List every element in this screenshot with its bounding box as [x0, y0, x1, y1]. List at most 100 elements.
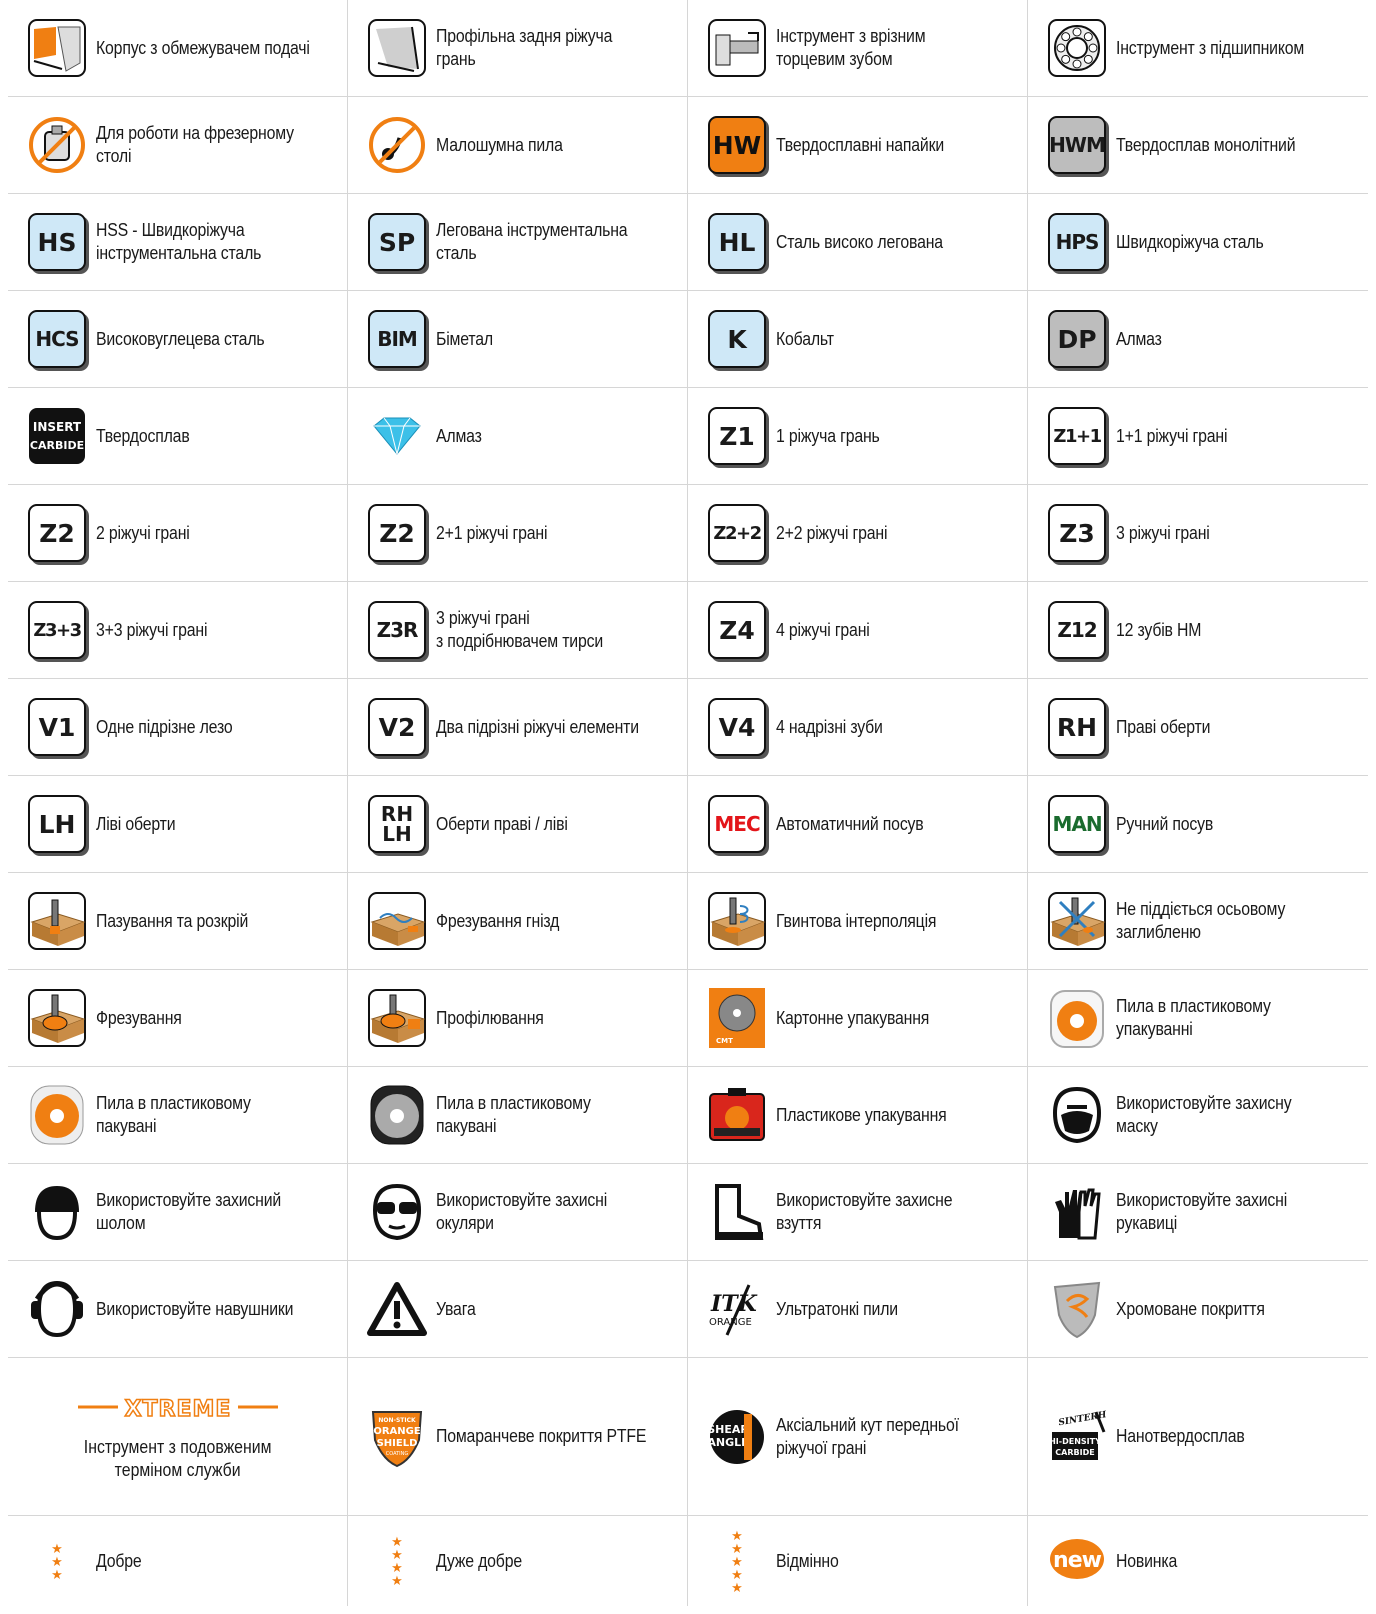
legend-item: LH Ліві оберти — [8, 776, 348, 873]
profiling-icon — [366, 986, 428, 1050]
legend-item: Корпус з обмежувачем подачі — [8, 0, 348, 97]
svg-text:ANGLE: ANGLE — [708, 1436, 749, 1449]
legend-item: SHEAR ANGLE Аксіальний кут передньої ріжуч… — [688, 1358, 1028, 1516]
badge-icon: HS — [28, 213, 86, 271]
legend-label: 2+2 ріжучі грані — [776, 522, 888, 543]
legend-label: Малошумна пила — [436, 134, 563, 155]
new-badge-icon: new — [1048, 1537, 1106, 1586]
legend-label: Пластикове упакування — [776, 1104, 947, 1125]
slotting-icon — [26, 889, 88, 953]
legend-label: Інструмент з підшипником — [1116, 37, 1305, 58]
legend-label: Профілювання — [436, 1007, 544, 1028]
legend-item: Не піддіється осьовому заглибленю — [1028, 873, 1368, 970]
svg-text:HI-DENSITY: HI-DENSITY — [1049, 1437, 1101, 1446]
low-noise-saw-icon — [366, 113, 428, 177]
legend-item: MEC Автоматичний посув — [688, 776, 1028, 873]
back-profile-edge-icon — [366, 16, 428, 80]
legend-item: HPS Швидкоріжуча сталь — [1028, 194, 1368, 291]
legend-label: Легована інструментальна сталь — [436, 220, 628, 263]
legend-label: Гвинтова інтерполяція — [776, 910, 937, 931]
badge-icon: DP — [1046, 307, 1108, 371]
legend-item: MAN Ручний посув — [1028, 776, 1368, 873]
goggles-icon — [366, 1180, 428, 1244]
rating-stars-icon: ★ ★ ★ ★ — [391, 1534, 403, 1588]
legend-item: Z2 2 ріжучі грані — [8, 485, 348, 582]
badge-icon: Z1 — [708, 407, 766, 465]
legend-label: Нанотвердосплав — [1116, 1426, 1245, 1446]
badge-icon: Z3+3 — [26, 598, 88, 662]
legend-item: Z3+3 3+3 ріжучі грані — [8, 582, 348, 679]
legend-item: Використовуйте захисне взуття — [688, 1164, 1028, 1261]
legend-label: HSS - Швидкоріжуча інструментальна сталь — [96, 220, 262, 263]
badge-icon: Z2+2 — [708, 504, 766, 562]
legend-item: Пила в пластиковому пакувані — [348, 1067, 688, 1164]
legend-label: Картонне упакування — [776, 1007, 930, 1028]
svg-text:COATING: COATING — [386, 1451, 409, 1457]
legend-label: Для роботи на фрезерному столі — [96, 123, 294, 166]
svg-text:ORANGE: ORANGE — [709, 1317, 752, 1328]
badge-icon: MEC — [708, 795, 766, 853]
legend-label: Використовуйте захисні рукавиці — [1116, 1190, 1288, 1233]
badge-icon: DP — [1048, 310, 1106, 368]
badge-icon: HCS — [26, 307, 88, 371]
legend-label: Ліві оберти — [96, 813, 176, 834]
legend-item: Використовуйте захисний шолом — [8, 1164, 348, 1261]
badge-icon: RH LH — [368, 795, 426, 853]
legend-item: Використовуйте захисні окуляри — [348, 1164, 688, 1261]
legend-item: HS HSS - Швидкоріжуча інструментальна ста… — [8, 194, 348, 291]
badge-icon: V1 — [28, 698, 86, 756]
badge-icon: Z12 — [1048, 601, 1106, 659]
legend-label: Кобальт — [776, 328, 834, 349]
badge-icon: HL — [708, 213, 766, 271]
plastic-pack-saw-orange-icon — [26, 1083, 88, 1147]
legend-item: Профілювання — [348, 970, 688, 1067]
legend-label: Праві оберти — [1116, 716, 1211, 737]
gloves-icon — [1046, 1180, 1108, 1244]
badge-icon: Z2 — [368, 504, 426, 562]
legend-label: Використовуйте захисний шолом — [96, 1190, 282, 1233]
badge-icon: RH — [1046, 695, 1108, 759]
svg-text:XTREME: XTREME — [124, 1397, 231, 1422]
legend-label: 2+1 ріжучі грані — [436, 522, 548, 543]
legend-item-xtreme: XTREME Інструмент з подовженим терміном с… — [8, 1358, 348, 1516]
legend-item: new Новинка — [1028, 1516, 1368, 1606]
legend-label: Аксіальний кут передньої ріжучої грані — [776, 1414, 959, 1458]
legend-item: Пластикове упакування — [688, 1067, 1028, 1164]
badge-icon: HWM — [1048, 116, 1106, 174]
badge-icon: RH LH — [366, 792, 428, 856]
badge-icon: Z1 — [706, 404, 768, 468]
new-badge-icon: new — [1046, 1529, 1108, 1593]
legend-label: Дуже добре — [436, 1550, 522, 1571]
legend-item: CMT Картонне упакування — [688, 970, 1028, 1067]
badge-icon: HCS — [28, 310, 86, 368]
legend-item: V4 4 надрізні зуби — [688, 679, 1028, 776]
milling-icon — [26, 986, 88, 1050]
badge-icon: V1 — [26, 695, 88, 759]
badge-icon: HL — [706, 210, 768, 274]
legend-item: BIM Біметал — [348, 291, 688, 388]
badge-icon: RH — [1048, 698, 1106, 756]
legend-item: Для роботи на фрезерному столі — [8, 97, 348, 194]
rating-stars-icon: ★ ★ ★ ★ — [366, 1529, 428, 1593]
insert-text: INSERT — [33, 420, 82, 434]
legend-label: Ультратонкі пили — [776, 1298, 898, 1319]
legend-label: Швидкоріжуча сталь — [1116, 231, 1264, 252]
badge-icon: SP — [366, 210, 428, 274]
legend-item: ★ ★ ★ ★ Дуже добре — [348, 1516, 688, 1606]
legend-label: Увага — [436, 1298, 476, 1319]
slotted-face-tooth-icon — [706, 16, 768, 80]
legend-item: Інструмент з врізним торцевим зубом — [688, 0, 1028, 97]
badge-icon: SP — [368, 213, 426, 271]
mortising-icon — [366, 889, 428, 953]
badge-icon: HW — [706, 113, 768, 177]
legend-item: Z1+1 1+1 ріжучі грані — [1028, 388, 1368, 485]
badge-icon: BIM — [366, 307, 428, 371]
legend-item: Використовуйте захисну маску — [1028, 1067, 1368, 1164]
legend-item: Фрезування гнізд — [348, 873, 688, 970]
diamond-icon — [366, 404, 428, 468]
svg-text:NON-STICK: NON-STICK — [378, 1417, 416, 1424]
legend-label: Оберти праві / ліві — [436, 813, 568, 834]
legend-label: Два підрізні ріжучі елементи — [436, 716, 639, 737]
legend-label: Використовуйте навушники — [96, 1298, 294, 1319]
legend-item: Z1 1 ріжуча грань — [688, 388, 1028, 485]
